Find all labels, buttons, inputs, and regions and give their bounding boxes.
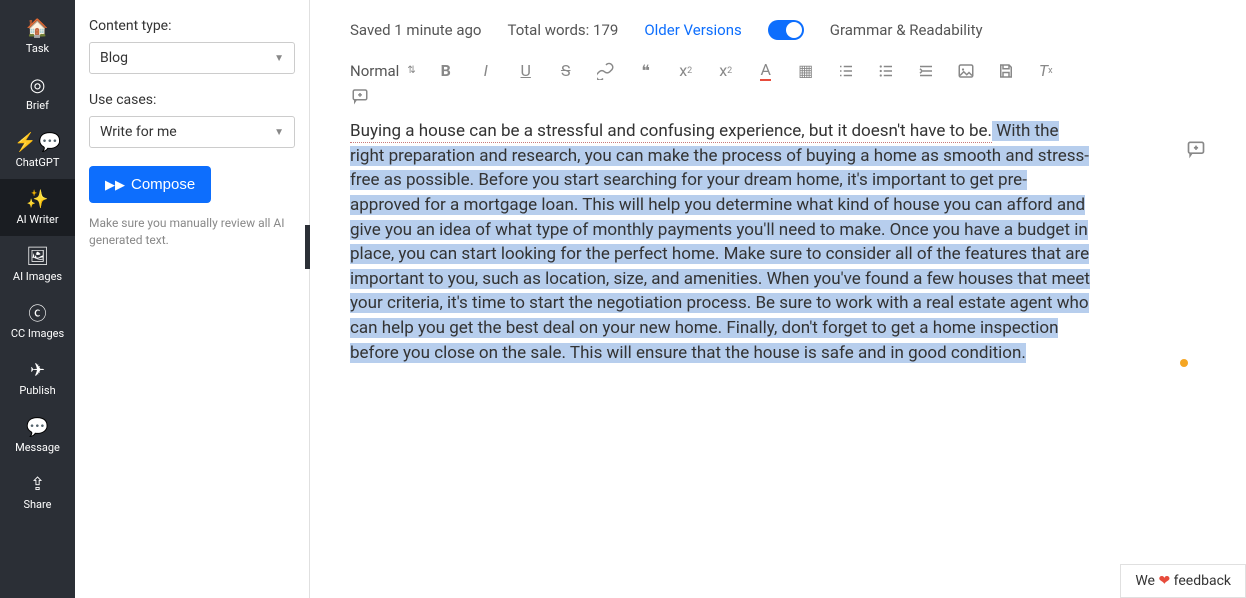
help-text: Make sure you manually review all AI gen… <box>89 215 295 249</box>
indent-button[interactable] <box>916 62 936 80</box>
strikethrough-button[interactable]: S <box>556 61 576 80</box>
nav-task[interactable]: 🏠 Task <box>0 8 75 65</box>
nav-label: Share <box>23 498 51 511</box>
caret-updown-icon: ⇅ <box>407 65 415 76</box>
word-count: Total words: 179 <box>507 21 618 39</box>
nav-label: Brief <box>26 99 49 112</box>
ordered-list-button[interactable] <box>836 62 856 80</box>
toolbar-row2 <box>310 81 1246 119</box>
compose-label: Compose <box>131 176 195 193</box>
nav-rail: 🏠 Task ◎ Brief ⚡💬 ChatGPT ✨ AI Writer 🖼 … <box>0 0 75 598</box>
older-versions-link[interactable]: Older Versions <box>644 21 741 39</box>
save-icon <box>997 62 1015 80</box>
status-dot <box>1180 359 1188 367</box>
italic-button[interactable]: I <box>476 61 496 80</box>
highlight-button[interactable]: ▦ <box>796 61 816 80</box>
nav-label: Message <box>15 441 60 454</box>
intro-sentence: Buying a house can be a stressful and co… <box>350 121 992 143</box>
home-icon: 🏠 <box>26 18 48 38</box>
clear-format-button[interactable]: Tx <box>1036 61 1056 80</box>
compose-button[interactable]: ▶▶ Compose <box>89 166 211 203</box>
caret-down-icon: ▼ <box>274 127 284 138</box>
nav-publish[interactable]: ✈ Publish <box>0 350 75 407</box>
image-icon <box>957 62 975 80</box>
nav-ai-writer[interactable]: ✨ AI Writer <box>0 179 75 236</box>
unordered-list-button[interactable] <box>876 62 896 80</box>
underline-button[interactable]: U <box>516 61 536 80</box>
use-cases-label: Use cases: <box>89 92 295 108</box>
feedback-button[interactable]: We ❤ feedback <box>1120 564 1246 598</box>
nav-chatgpt[interactable]: ⚡💬 ChatGPT <box>0 122 75 179</box>
comment-plus-icon <box>351 87 369 105</box>
superscript-button[interactable]: x2 <box>716 61 736 80</box>
inline-comment-button[interactable] <box>1186 139 1206 163</box>
feedback-suffix: feedback <box>1170 573 1231 589</box>
side-panel: Content type: Blog ▼ Use cases: Write fo… <box>75 0 310 598</box>
paper-plane-icon: ✈ <box>30 360 45 380</box>
fast-forward-icon: ▶▶ <box>105 177 125 193</box>
ul-icon <box>877 62 895 80</box>
text-color-button[interactable]: A <box>756 60 776 81</box>
nav-label: Task <box>26 42 49 55</box>
nav-ai-images[interactable]: 🖼 AI Images <box>0 236 75 293</box>
top-bar: Saved 1 minute ago Total words: 179 Olde… <box>310 0 1246 48</box>
save-button-tb[interactable] <box>996 62 1016 80</box>
bold-button[interactable]: B <box>436 61 456 80</box>
main-area: Saved 1 minute ago Total words: 179 Olde… <box>310 0 1246 598</box>
saved-status: Saved 1 minute ago <box>350 21 481 39</box>
nav-label: CC Images <box>11 327 64 340</box>
format-select[interactable]: Normal ⇅ <box>350 62 416 80</box>
add-comment-button[interactable] <box>350 87 370 105</box>
nav-label: Publish <box>19 384 55 397</box>
comment-plus-icon <box>1186 139 1206 159</box>
editor-toolbar: Normal ⇅ B I U S ❝ x2 x2 A ▦ <box>310 48 1246 81</box>
select-value: Write for me <box>100 124 177 140</box>
nav-share[interactable]: ⇪ Share <box>0 464 75 521</box>
grammar-label: Grammar & Readability <box>830 21 983 39</box>
ol-icon <box>837 62 855 80</box>
nav-label: ChatGPT <box>16 156 60 169</box>
format-value: Normal <box>350 62 399 80</box>
use-cases-select[interactable]: Write for me ▼ <box>89 116 295 148</box>
share-icon: ⇪ <box>30 474 45 494</box>
content-type-select[interactable]: Blog ▼ <box>89 42 295 74</box>
highlighted-body: With the right preparation and research,… <box>350 121 1090 363</box>
select-value: Blog <box>100 50 128 66</box>
nav-label: AI Images <box>13 270 62 283</box>
nav-cc-images[interactable]: ⓒ CC Images <box>0 293 75 350</box>
editor-wrap: Buying a house can be a stressful and co… <box>310 119 1246 365</box>
subscript-button[interactable]: x2 <box>676 61 696 80</box>
feedback-prefix: We <box>1135 573 1158 589</box>
link-button[interactable] <box>596 62 616 80</box>
target-icon: ◎ <box>30 75 46 95</box>
nav-brief[interactable]: ◎ Brief <box>0 65 75 122</box>
quote-button[interactable]: ❝ <box>636 61 656 80</box>
indent-icon <box>917 62 935 80</box>
content-type-label: Content type: <box>89 18 295 34</box>
heart-icon: ❤ <box>1158 573 1170 589</box>
link-icon <box>597 62 615 80</box>
grammar-toggle[interactable] <box>768 20 804 40</box>
nav-message[interactable]: 💬 Message <box>0 407 75 464</box>
image-button[interactable] <box>956 62 976 80</box>
images-icon: 🖼 <box>26 246 49 266</box>
chat-icon: 💬 <box>26 417 48 437</box>
cc-icon: ⓒ <box>29 303 47 323</box>
nav-label: AI Writer <box>16 213 58 226</box>
magic-wand-icon: ✨ <box>26 189 48 209</box>
editor-content[interactable]: Buying a house can be a stressful and co… <box>350 119 1090 365</box>
bolt-chat-icon: ⚡💬 <box>14 132 61 152</box>
caret-down-icon: ▼ <box>274 53 284 64</box>
